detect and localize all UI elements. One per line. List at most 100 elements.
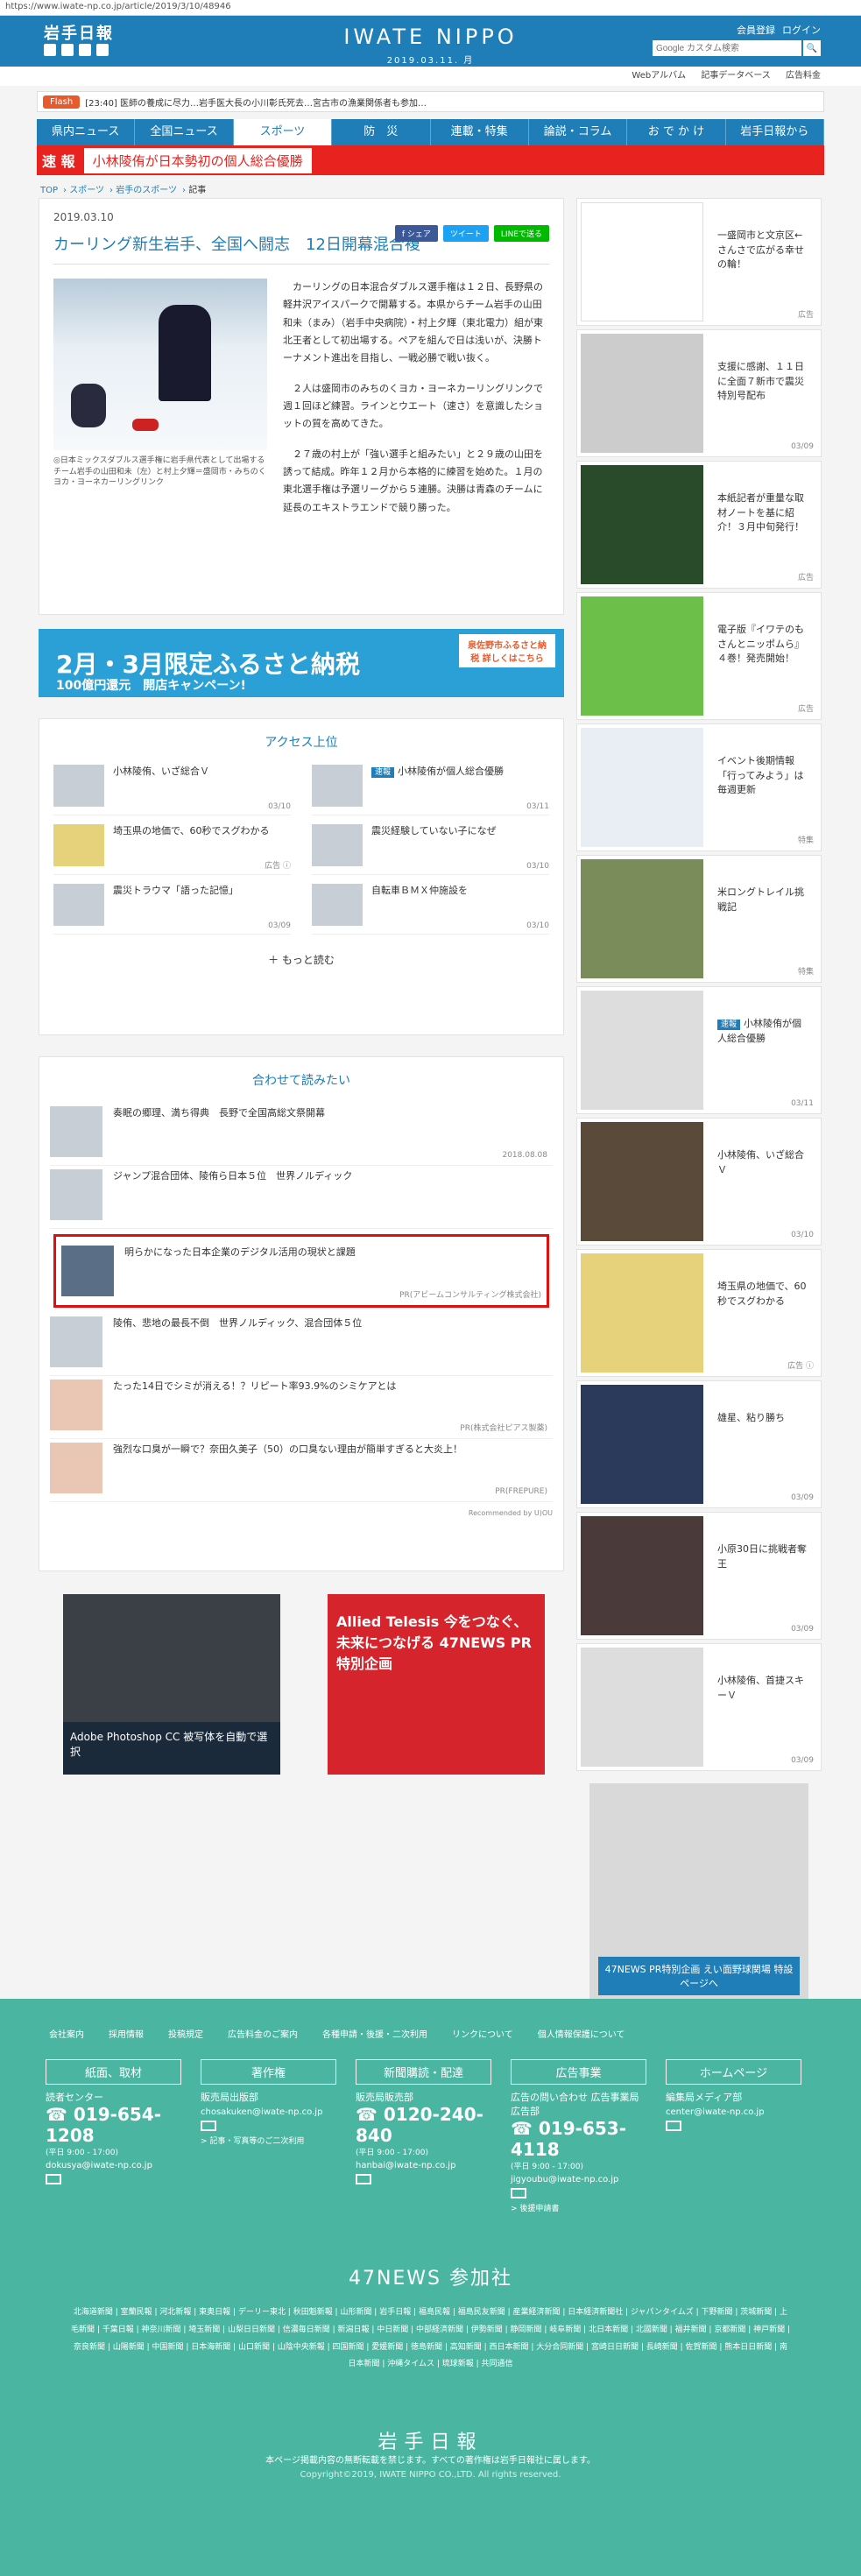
list-item[interactable]: ジャンプ混合団体、陵侑ら日本５位 世界ノルディック [50, 1166, 553, 1229]
footer-link[interactable]: 広告料金のご案内 [228, 2027, 298, 2040]
furusato-banner[interactable]: 2月・3月限定ふるさと納税 100億円還元 開店キャンペーン! 泉佐野市ふるさと… [39, 629, 564, 697]
util-link[interactable]: 記事データベース [701, 71, 771, 81]
tweet-button[interactable]: ツイート [442, 225, 489, 242]
article-photo[interactable] [53, 279, 267, 450]
footer-col-label: 編集局メディア部 [666, 2092, 743, 2103]
sidebar-title: 米ロングトレイル挑戦記 [717, 886, 804, 913]
search-button[interactable]: 🔍 [803, 40, 821, 56]
sidebar-date: 03/09 [791, 1756, 814, 1765]
email-link[interactable]: dokusya@iwate-np.co.jp [46, 2161, 181, 2170]
ad-row: Adobe Photoshop CC 被写体を自動で選択 Allied Tele… [39, 1594, 564, 1775]
nav-item[interactable]: 防 災 [332, 119, 431, 145]
list-item[interactable]: 奏眠の郷理、満ち得典 長野で全国高総文祭開幕 2018.08.08 [50, 1103, 553, 1166]
list-item[interactable]: 震災経験していない子になぜ 03/10 [312, 824, 549, 875]
sidebar-item[interactable]: 速報 小林陵侑が個人総合優勝 03/11 [576, 986, 822, 1114]
thumbnail [50, 1106, 102, 1157]
footer-note-link[interactable]: > 後援申請書 [511, 2202, 646, 2213]
member-papers[interactable]: 北海道新聞 | 室蘭民報 | 河北新報 | 東奥日報 | デーリー東北 | 秋田… [0, 2290, 861, 2374]
sidebar-item[interactable]: イベント後期情報「行ってみよう」は毎週更新 特集 [576, 723, 822, 851]
breadcrumb-item[interactable]: 岩手のスポーツ [116, 186, 177, 195]
email-link[interactable]: hanbai@iwate-np.co.jp [356, 2161, 491, 2170]
email-link[interactable]: center@iwate-np.co.jp [666, 2107, 801, 2117]
adobe-ad[interactable]: Adobe Photoshop CC 被写体を自動で選択 [63, 1594, 280, 1775]
sidebar-title: 小林陵侑、首捷スキーＶ [717, 1675, 804, 1701]
mail-icon[interactable] [46, 2174, 61, 2184]
mail-icon[interactable] [666, 2121, 681, 2131]
list-item[interactable]: 強烈な口臭が一瞬で？奈田久美子（50）の口臭ない理由が簡単すぎると大炎上！ PR(… [50, 1439, 553, 1502]
nav-item[interactable]: 連載・特集 [431, 119, 529, 145]
phone-number[interactable]: ☎ 019-653-4118 [511, 2118, 646, 2160]
baseball-ad[interactable]: 47NEWS PR特別企画 えい面野球関場 特設ページへ [589, 1783, 808, 2006]
item-title: 明らかになった日本企業のデジタル活用の現状と課題 [124, 1246, 356, 1258]
util-link[interactable]: 広告料金 [786, 71, 821, 81]
item-title: 小林陵侑が個人総合優勝 [398, 766, 505, 777]
email-link[interactable]: jigyoubu@iwate-np.co.jp [511, 2175, 646, 2184]
list-item[interactable]: 陵侑、悲地の最長不倒 世界ノルディック、混合団体５位 [50, 1313, 553, 1376]
more-button[interactable]: ＋ もっと読む [53, 952, 549, 967]
breaking-message[interactable]: 小林陵侑が日本勢初の個人総合優勝 [83, 147, 312, 173]
thumbnail [50, 1316, 102, 1367]
mail-icon[interactable] [201, 2121, 216, 2131]
sidebar-item[interactable]: 小林陵侑、首捷スキーＶ 03/09 [576, 1643, 822, 1771]
sidebar-item[interactable]: 米ロングトレイル挑戦記 特集 [576, 855, 822, 983]
search-input[interactable] [653, 40, 801, 56]
item-date: PR(FREPURE) [495, 1487, 547, 1496]
breaking-news: 速 報 小林陵侑が日本勢初の個人総合優勝 [37, 145, 824, 175]
util-links: Webアルバム 記事データベース 広告料金 [0, 67, 861, 86]
sidebar-item[interactable]: 一盛岡市と文京区←さんさで広がる幸せの輪！ 広告 [576, 198, 822, 326]
nav-item[interactable]: 論説・コラム [529, 119, 628, 145]
footer-link[interactable]: 採用情報 [109, 2027, 144, 2040]
facebook-share-button[interactable]: f シェア [394, 225, 438, 242]
sidebar-item[interactable]: 電子版『イワテのもさんとニッポムら』４巻！発売開始！ 広告 [576, 592, 822, 720]
list-item[interactable]: 埼玉県の地価で、60秒でスグわかる 広告 ⓘ [53, 824, 291, 875]
thumbnail [312, 884, 363, 926]
util-link[interactable]: Webアルバム [632, 71, 686, 81]
nav-item[interactable]: お で か け [627, 119, 726, 145]
breadcrumb-item[interactable]: スポーツ [69, 186, 104, 195]
flash-text[interactable]: [23:40] 医師の養成に尽力…岩手医大長の小川彰氏死去…宮古市の漁業関係者も… [85, 95, 427, 109]
banner-badge[interactable]: 泉佐野市ふるさと納税 詳しくはこちら [459, 634, 555, 667]
list-item[interactable]: 小林陵侑、いざ総合Ｖ 03/10 [53, 765, 291, 815]
footer-col: 著作権 販売局出版部 chosakuken@iwate-np.co.jp > 記… [201, 2059, 336, 2213]
phone-number[interactable]: ☎ 0120-240-840 [356, 2104, 491, 2146]
nav-item-active[interactable]: スポーツ [233, 119, 333, 145]
list-item[interactable]: 自転車ＢＭＸ仲施設を 03/10 [312, 884, 549, 935]
nav-item[interactable]: 岩手日報から [726, 119, 824, 145]
footer-link[interactable]: リンクについて [452, 2027, 513, 2040]
sidebar-item[interactable]: 埼玉県の地価で、60秒でスグわかる 広告 ⓘ [576, 1249, 822, 1377]
sidebar-title: 小林陵侑、いざ総合Ｖ [717, 1149, 804, 1175]
copyright: Copyright©2019, IWATE NIPPO CO.,LTD. All… [300, 2470, 561, 2481]
sidebar-item[interactable]: 小原30日に挑戦者奪王 03/09 [576, 1512, 822, 1640]
curler-figure [159, 305, 211, 401]
email-link[interactable]: chosakuken@iwate-np.co.jp [201, 2107, 336, 2117]
sidebar-item[interactable]: 支援に感謝、１１日に全面７新市で震災特別号配布 03/09 [576, 329, 822, 457]
mail-icon[interactable] [356, 2174, 371, 2184]
footer-link[interactable]: 会社案内 [49, 2027, 84, 2040]
access-title: アクセス上位 [265, 736, 338, 750]
sidebar-item[interactable]: 小林陵侑、いざ総合Ｖ 03/10 [576, 1118, 822, 1246]
nav-item[interactable]: 県内ニュース [37, 119, 136, 145]
list-item[interactable]: 震災トラウマ「語った記憶」 03/09 [53, 884, 291, 935]
mail-icon[interactable] [511, 2188, 526, 2198]
breadcrumb: TOP › スポーツ › 岩手のスポーツ › 記事 [40, 186, 207, 195]
login-link[interactable]: ログイン [782, 23, 821, 37]
footer-link[interactable]: 各種申請・後援・二次利用 [322, 2027, 427, 2040]
sidebar-image [581, 465, 703, 584]
register-link[interactable]: 会員登録 [737, 23, 775, 37]
line-share-button[interactable]: LINEで送る [493, 225, 549, 242]
allied-telesis-ad[interactable]: Allied Telesis 今をつなぐ、未来につなげる 47NEWS PR特別… [328, 1594, 545, 1775]
footer-link[interactable]: 投稿規定 [168, 2027, 203, 2040]
footer-link[interactable]: 個人情報保護について [538, 2027, 625, 2040]
footer-col-head: 著作権 [201, 2059, 336, 2085]
list-item[interactable]: 速報 小林陵侑が個人総合優勝 03/11 [312, 765, 549, 815]
footer-note-link[interactable]: > 記事・写真等のご二次利用 [201, 2135, 336, 2146]
site-search: 🔍 [653, 40, 821, 56]
sidebar-item[interactable]: 雄星、粘り勝ち 03/09 [576, 1380, 822, 1508]
list-item-highlighted[interactable]: 明らかになった日本企業のデジタル活用の現状と課題 PR(アビームコンサルティング株… [53, 1234, 549, 1308]
phone-number[interactable]: ☎ 019-654-1208 [46, 2104, 181, 2146]
list-item[interactable]: たった14日でシミが消える！？リピート率93.9%のシミケアとは PR(株式会社ピ… [50, 1376, 553, 1439]
item-title: ジャンプ混合団体、陵侑ら日本５位 世界ノルディック [113, 1170, 353, 1182]
nav-item[interactable]: 全国ニュース [135, 119, 234, 145]
sidebar-item[interactable]: 本紙記者が重量な取材ノートを基に紹介！３月中旬発行！ 広告 [576, 461, 822, 589]
breadcrumb-item[interactable]: TOP [40, 186, 58, 195]
